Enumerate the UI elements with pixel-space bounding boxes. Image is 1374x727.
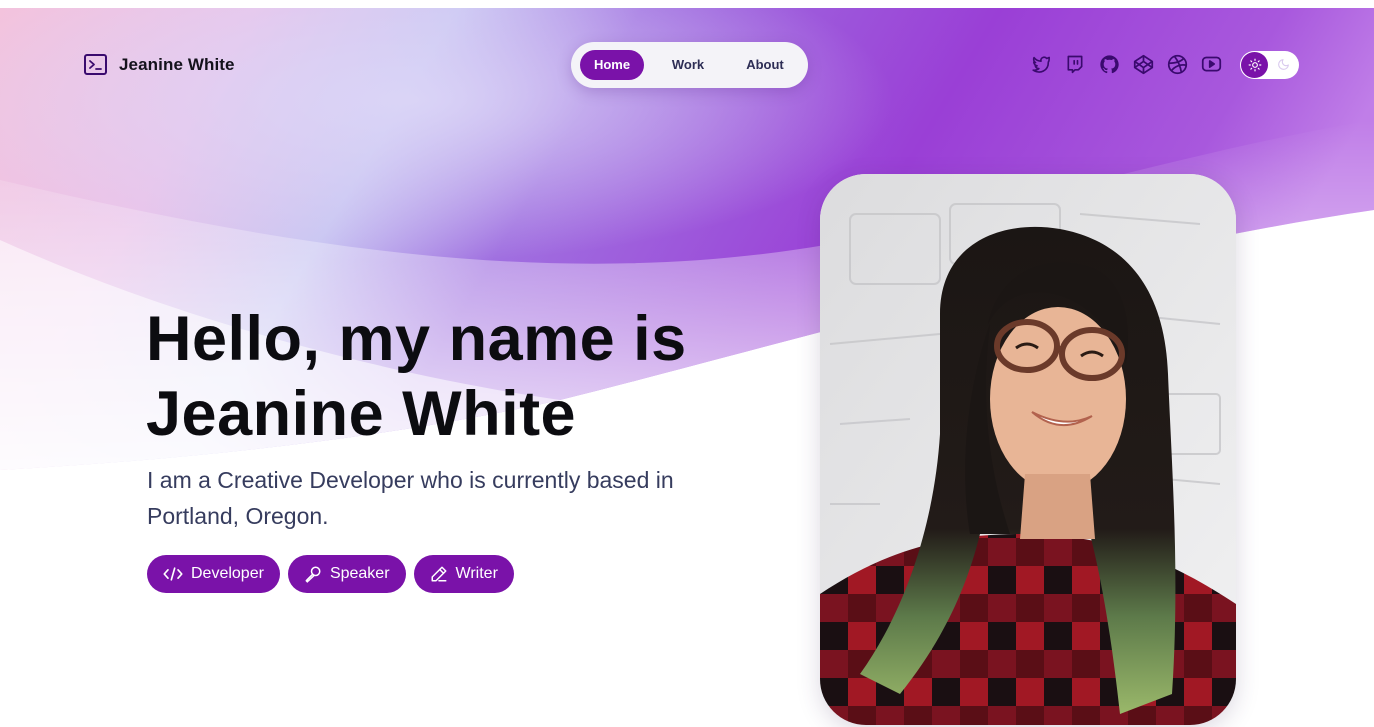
tag-writer[interactable]: Writer xyxy=(413,555,514,593)
tag-label: Developer xyxy=(191,565,264,582)
nav-home[interactable]: Home xyxy=(580,50,644,80)
github-icon[interactable] xyxy=(1098,53,1120,75)
brand[interactable]: Jeanine White xyxy=(84,54,235,75)
tag-label: Speaker xyxy=(329,565,390,582)
hero-title-line-1: Hello, my name is xyxy=(146,304,687,374)
theme-toggle[interactable] xyxy=(1240,51,1299,79)
microphone-icon xyxy=(304,565,322,583)
sun-icon xyxy=(1241,52,1268,78)
terminal-icon xyxy=(84,54,107,75)
code-icon xyxy=(163,566,183,582)
main-nav: Home Work About xyxy=(571,42,808,88)
social-links xyxy=(1030,53,1222,75)
tag-speaker[interactable]: Speaker xyxy=(287,555,406,593)
nav-work[interactable]: Work xyxy=(644,50,732,80)
moon-icon xyxy=(1277,58,1290,76)
codepen-icon[interactable] xyxy=(1132,53,1154,75)
role-tags: Developer Speaker Writer xyxy=(147,555,514,593)
hero-title-line-2: Jeanine White xyxy=(146,379,577,449)
twitter-icon[interactable] xyxy=(1030,53,1052,75)
hero-title: Hello, my name is Jeanine White xyxy=(146,302,766,452)
nav-about[interactable]: About xyxy=(732,50,798,80)
profile-photo xyxy=(820,174,1236,725)
tag-developer[interactable]: Developer xyxy=(147,555,280,593)
pen-icon xyxy=(430,565,448,583)
twitch-icon[interactable] xyxy=(1064,53,1086,75)
youtube-icon[interactable] xyxy=(1200,53,1222,75)
brand-name: Jeanine White xyxy=(119,54,235,74)
dribbble-icon[interactable] xyxy=(1166,53,1188,75)
tag-label: Writer xyxy=(455,565,498,582)
hero-subtitle: I am a Creative Developer who is current… xyxy=(147,467,674,529)
